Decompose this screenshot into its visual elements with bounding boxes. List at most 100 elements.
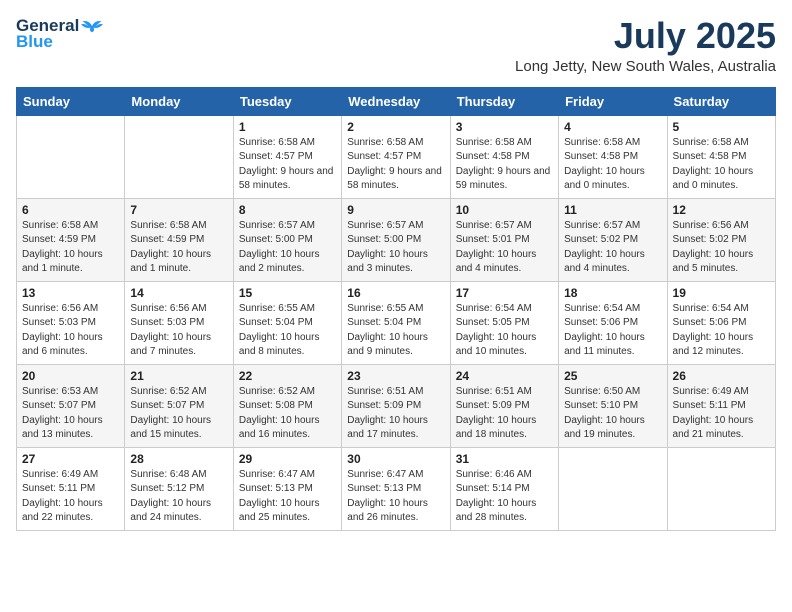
day-info: Sunrise: 6:58 AMSunset: 4:57 PMDaylight:…: [347, 136, 444, 194]
table-row: 25Sunrise: 6:50 AMSunset: 5:10 PMDayligh…: [559, 364, 667, 447]
logo-bird-icon: [81, 17, 103, 35]
day-number: 22: [239, 369, 336, 383]
table-row: 10Sunrise: 6:57 AMSunset: 5:01 PMDayligh…: [450, 198, 558, 281]
col-thursday: Thursday: [450, 87, 558, 115]
col-wednesday: Wednesday: [342, 87, 450, 115]
day-info: Sunrise: 6:52 AMSunset: 5:07 PMDaylight:…: [130, 385, 227, 443]
col-sunday: Sunday: [17, 87, 125, 115]
day-number: 1: [239, 120, 336, 134]
calendar-week-row: 6 Sunrise: 6:58 AMSunset: 4:59 PMDaylight…: [17, 198, 776, 281]
table-row: 2 Sunrise: 6:58 AMSunset: 4:57 PMDaylight…: [342, 115, 450, 198]
title-area: July 2025 Long Jetty, New South Wales, A…: [515, 16, 776, 75]
day-info: Sunrise: 6:56 AMSunset: 5:03 PMDaylight:…: [22, 302, 119, 360]
calendar-header-row: Sunday Monday Tuesday Wednesday Thursday…: [17, 87, 776, 115]
day-number: 21: [130, 369, 227, 383]
day-number: 14: [130, 286, 227, 300]
table-row: 13 Sunrise: 6:56 AMSunset: 5:03 PMDayligh…: [17, 281, 125, 364]
day-number: 10: [456, 203, 553, 217]
table-row: 26 Sunrise: 6:49 AMSunset: 5:11 PMDayligh…: [667, 364, 775, 447]
day-number: 3: [456, 120, 553, 134]
table-row: 11 Sunrise: 6:57 AMSunset: 5:02 PMDayligh…: [559, 198, 667, 281]
table-row: 27Sunrise: 6:49 AMSunset: 5:11 PMDayligh…: [17, 447, 125, 530]
table-row: 30Sunrise: 6:47 AMSunset: 5:13 PMDayligh…: [342, 447, 450, 530]
table-row: 4 Sunrise: 6:58 AMSunset: 4:58 PMDaylight…: [559, 115, 667, 198]
day-number: 26: [673, 369, 770, 383]
table-row: 23Sunrise: 6:51 AMSunset: 5:09 PMDayligh…: [342, 364, 450, 447]
day-info: Sunrise: 6:57 AMSunset: 5:02 PMDaylight:…: [564, 219, 661, 277]
day-info: Sunrise: 6:52 AMSunset: 5:08 PMDaylight:…: [239, 385, 336, 443]
table-row: 28Sunrise: 6:48 AMSunset: 5:12 PMDayligh…: [125, 447, 233, 530]
day-number: 15: [239, 286, 336, 300]
table-row: 18 Sunrise: 6:54 AMSunset: 5:06 PMDayligh…: [559, 281, 667, 364]
col-friday: Friday: [559, 87, 667, 115]
calendar-week-row: 1 Sunrise: 6:58 AMSunset: 4:57 PMDaylight…: [17, 115, 776, 198]
table-row: 17 Sunrise: 6:54 AMSunset: 5:05 PMDayligh…: [450, 281, 558, 364]
table-row: 24Sunrise: 6:51 AMSunset: 5:09 PMDayligh…: [450, 364, 558, 447]
day-info: Sunrise: 6:57 AMSunset: 5:00 PMDaylight:…: [347, 219, 444, 277]
page-header: General Blue July 2025 Long Jetty, New S…: [16, 16, 776, 75]
day-info: Sunrise: 6:46 AMSunset: 5:14 PMDaylight:…: [456, 468, 553, 526]
calendar-week-row: 13 Sunrise: 6:56 AMSunset: 5:03 PMDayligh…: [17, 281, 776, 364]
day-info: Sunrise: 6:56 AMSunset: 5:02 PMDaylight:…: [673, 219, 770, 277]
month-title: July 2025: [515, 16, 776, 56]
day-number: 4: [564, 120, 661, 134]
day-info: Sunrise: 6:55 AMSunset: 5:04 PMDaylight:…: [239, 302, 336, 360]
calendar-week-row: 27Sunrise: 6:49 AMSunset: 5:11 PMDayligh…: [17, 447, 776, 530]
day-number: 25: [564, 369, 661, 383]
day-info: Sunrise: 6:53 AMSunset: 5:07 PMDaylight:…: [22, 385, 119, 443]
day-info: Sunrise: 6:57 AMSunset: 5:00 PMDaylight:…: [239, 219, 336, 277]
table-row: 12 Sunrise: 6:56 AMSunset: 5:02 PMDayligh…: [667, 198, 775, 281]
table-row: 7Sunrise: 6:58 AMSunset: 4:59 PMDaylight…: [125, 198, 233, 281]
day-info: Sunrise: 6:58 AMSunset: 4:58 PMDaylight:…: [564, 136, 661, 194]
table-row: 20Sunrise: 6:53 AMSunset: 5:07 PMDayligh…: [17, 364, 125, 447]
table-row: 29 Sunrise: 6:47 AMSunset: 5:13 PMDayligh…: [233, 447, 341, 530]
logo-blue: Blue: [16, 32, 53, 52]
day-info: Sunrise: 6:58 AMSunset: 4:58 PMDaylight:…: [456, 136, 553, 194]
day-info: Sunrise: 6:49 AMSunset: 5:11 PMDaylight:…: [673, 385, 770, 443]
location: Long Jetty, New South Wales, Australia: [515, 58, 776, 75]
day-number: 23: [347, 369, 444, 383]
day-number: 9: [347, 203, 444, 217]
table-row: 1 Sunrise: 6:58 AMSunset: 4:57 PMDaylight…: [233, 115, 341, 198]
table-row: 14 Sunrise: 6:56 AMSunset: 5:03 PMDayligh…: [125, 281, 233, 364]
day-number: 29: [239, 452, 336, 466]
table-row: 3 Sunrise: 6:58 AMSunset: 4:58 PMDaylight…: [450, 115, 558, 198]
day-number: 7: [130, 203, 227, 217]
table-row: [559, 447, 667, 530]
day-number: 24: [456, 369, 553, 383]
calendar-table: Sunday Monday Tuesday Wednesday Thursday…: [16, 87, 776, 531]
day-info: Sunrise: 6:56 AMSunset: 5:03 PMDaylight:…: [130, 302, 227, 360]
col-tuesday: Tuesday: [233, 87, 341, 115]
day-info: Sunrise: 6:47 AMSunset: 5:13 PMDaylight:…: [347, 468, 444, 526]
day-info: Sunrise: 6:58 AMSunset: 4:59 PMDaylight:…: [22, 219, 119, 277]
table-row: 9 Sunrise: 6:57 AMSunset: 5:00 PMDaylight…: [342, 198, 450, 281]
day-number: 11: [564, 203, 661, 217]
table-row: 15 Sunrise: 6:55 AMSunset: 5:04 PMDayligh…: [233, 281, 341, 364]
day-info: Sunrise: 6:58 AMSunset: 4:57 PMDaylight:…: [239, 136, 336, 194]
day-info: Sunrise: 6:54 AMSunset: 5:06 PMDaylight:…: [564, 302, 661, 360]
table-row: 22 Sunrise: 6:52 AMSunset: 5:08 PMDayligh…: [233, 364, 341, 447]
day-number: 17: [456, 286, 553, 300]
day-number: 6: [22, 203, 119, 217]
day-number: 12: [673, 203, 770, 217]
day-info: Sunrise: 6:54 AMSunset: 5:05 PMDaylight:…: [456, 302, 553, 360]
table-row: [125, 115, 233, 198]
day-number: 31: [456, 452, 553, 466]
day-number: 5: [673, 120, 770, 134]
day-info: Sunrise: 6:47 AMSunset: 5:13 PMDaylight:…: [239, 468, 336, 526]
day-info: Sunrise: 6:58 AMSunset: 4:58 PMDaylight:…: [673, 136, 770, 194]
table-row: 6 Sunrise: 6:58 AMSunset: 4:59 PMDaylight…: [17, 198, 125, 281]
day-number: 8: [239, 203, 336, 217]
day-info: Sunrise: 6:48 AMSunset: 5:12 PMDaylight:…: [130, 468, 227, 526]
day-info: Sunrise: 6:54 AMSunset: 5:06 PMDaylight:…: [673, 302, 770, 360]
day-number: 16: [347, 286, 444, 300]
col-monday: Monday: [125, 87, 233, 115]
day-number: 2: [347, 120, 444, 134]
logo: General Blue: [16, 16, 103, 52]
table-row: 19Sunrise: 6:54 AMSunset: 5:06 PMDayligh…: [667, 281, 775, 364]
day-number: 18: [564, 286, 661, 300]
day-number: 13: [22, 286, 119, 300]
table-row: 5 Sunrise: 6:58 AMSunset: 4:58 PMDaylight…: [667, 115, 775, 198]
table-row: 21 Sunrise: 6:52 AMSunset: 5:07 PMDayligh…: [125, 364, 233, 447]
day-number: 27: [22, 452, 119, 466]
